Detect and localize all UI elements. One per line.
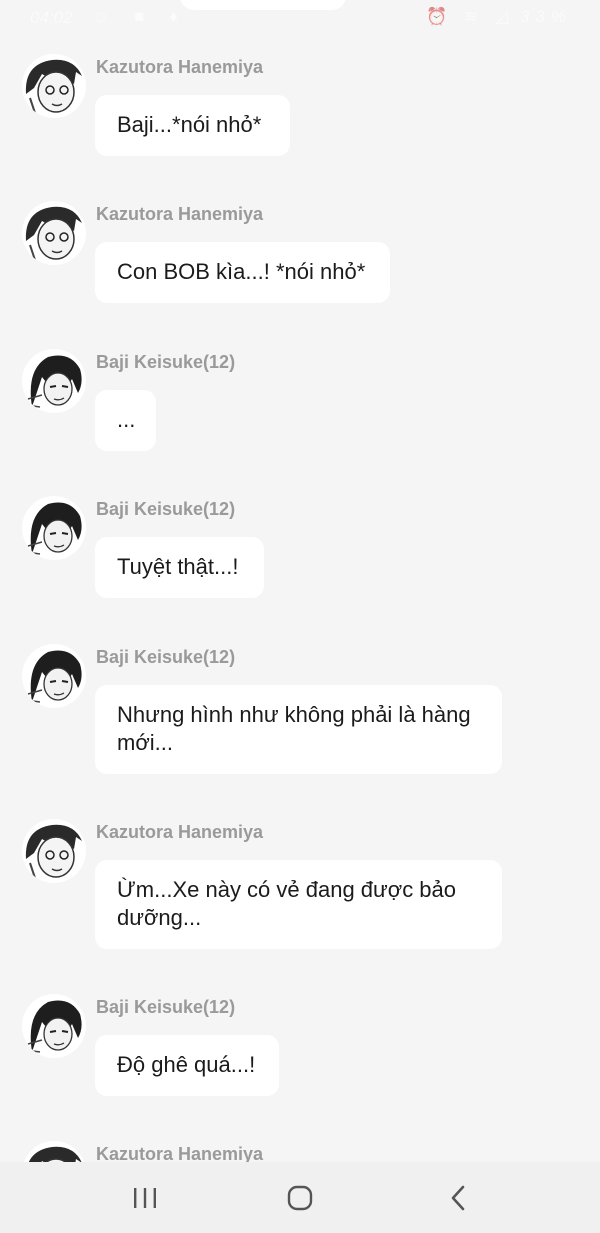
back-button[interactable] [428, 1176, 488, 1220]
message-bubble[interactable]: Con BOB kìa...! *nói nhỏ* [95, 242, 390, 303]
system-navigation-bar [0, 1162, 600, 1233]
kazutora-avatar[interactable] [22, 201, 86, 265]
baji-avatar[interactable] [22, 644, 86, 708]
sender-name: Baji Keisuke(12) [96, 647, 236, 667]
sender-name: Baji Keisuke(12) [96, 997, 236, 1017]
battery-level: 33% [519, 7, 572, 26]
message-bubble[interactable]: Baji...*nói nhỏ* [95, 95, 290, 156]
kazutora-avatar[interactable] [22, 819, 86, 883]
status-system-icons: ⏰ ≋ ◿ 33% [426, 7, 572, 26]
sender-name: Kazutora Hanemiya [96, 204, 264, 224]
status-notification-icons: ☺ ■ ♦ [92, 7, 188, 26]
message-bubble[interactable]: Tuyệt thật...! [95, 537, 264, 598]
sender-name: Kazutora Hanemiya [96, 57, 264, 77]
baji-avatar[interactable] [22, 496, 86, 560]
status-time: 04:02 [30, 8, 73, 27]
sender-name: Kazutora Hanemiya [96, 822, 264, 842]
home-button[interactable] [270, 1176, 330, 1220]
baji-avatar[interactable] [22, 994, 86, 1058]
baji-avatar[interactable] [22, 349, 86, 413]
sender-name: Baji Keisuke(12) [96, 499, 236, 519]
previous-message-bubble [180, 0, 346, 10]
message-bubble[interactable]: Độ ghê quá...! [95, 1035, 279, 1096]
home-icon [287, 1185, 313, 1211]
recent-apps-button[interactable] [115, 1176, 175, 1220]
message-bubble[interactable]: ... [95, 390, 156, 451]
kazutora-avatar[interactable] [22, 54, 86, 118]
message-bubble[interactable]: Nhưng hình như không phải là hàng mới... [95, 685, 502, 774]
sender-name: Baji Keisuke(12) [96, 352, 236, 372]
message-bubble[interactable]: Ừm...Xe này có vẻ đang được bảo dưỡng... [95, 860, 502, 949]
back-icon [451, 1185, 465, 1211]
recent-apps-icon [134, 1188, 156, 1208]
